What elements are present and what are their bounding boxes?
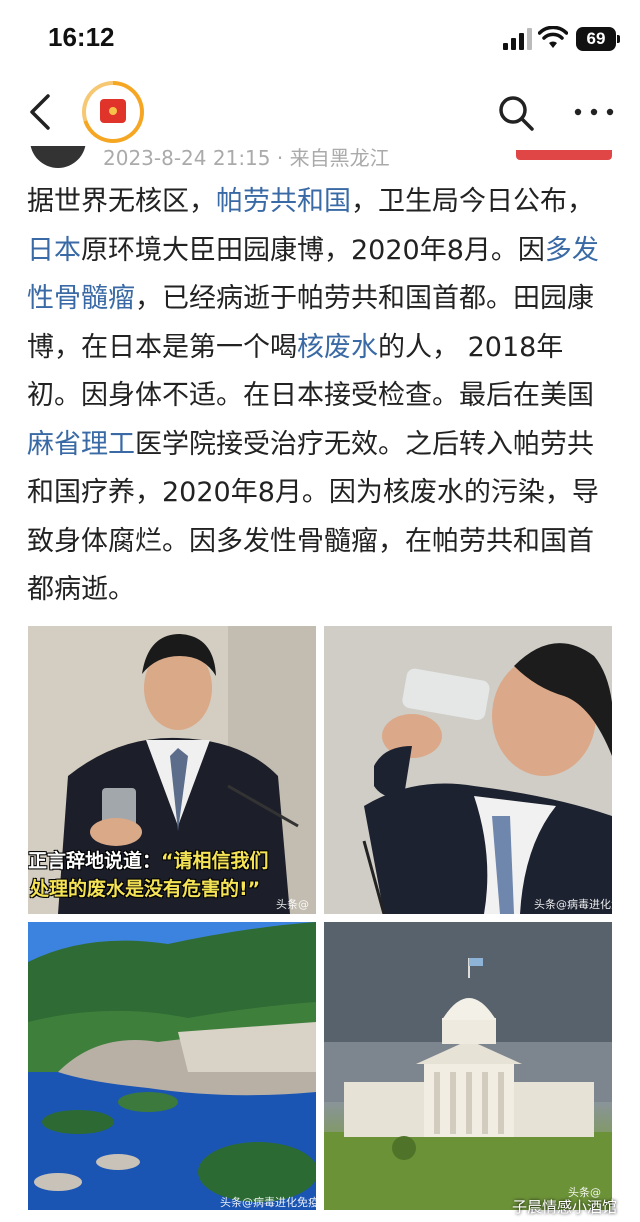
nav-bar — [0, 78, 640, 146]
article-paragraph: 据世界无核区，帕劳共和国，卫生局今日公布， 日本原环境大臣田园康博，2020年8月… — [27, 178, 617, 615]
account-avatar[interactable] — [82, 81, 144, 143]
search-icon[interactable] — [497, 94, 535, 132]
wifi-icon — [538, 26, 568, 48]
avatar-inner — [86, 85, 140, 139]
link-japan[interactable]: 日本 — [27, 235, 81, 266]
article-body: 据世界无核区，帕劳共和国，卫生局今日公布， 日本原环境大臣田园康博，2020年8月… — [27, 178, 617, 615]
link-mit[interactable]: 麻省理工 — [27, 429, 135, 460]
back-arrow-icon[interactable] — [24, 92, 58, 132]
status-bar: 16:12 69 — [0, 0, 640, 78]
photo-caption-bottom: 处理的废水是没有危害的!” — [30, 878, 261, 900]
caption-intro: 正言辞地说道： — [28, 850, 162, 872]
more-dots — [574, 108, 614, 116]
photo-island-coast[interactable]: 头条@病毒进化免疫学家 — [28, 922, 316, 1210]
caption-quote-start: “请相信我们 — [161, 850, 269, 872]
battery-icon: 69 — [576, 27, 616, 51]
text-segment: ，卫生局今日公布， — [351, 186, 594, 217]
capitol-illustration — [324, 922, 612, 1210]
follow-button[interactable] — [516, 150, 612, 160]
photo-watermark: 头条@ — [276, 898, 309, 911]
text-segment: 原环境大臣田园康博，2020年8月。因 — [81, 234, 545, 266]
text-segment: 据世界无核区， — [27, 186, 216, 217]
photo-capitol[interactable]: 头条@ — [324, 922, 612, 1210]
photo-watermark: 头条@病毒进化免 — [534, 898, 612, 911]
link-palau[interactable]: 帕劳共和国 — [216, 186, 351, 217]
more-icon[interactable] — [572, 94, 616, 130]
photo-drinking[interactable]: 头条@病毒进化免 — [324, 626, 612, 914]
photo-caption-top: 正言辞地说道：“请相信我们 — [28, 846, 269, 873]
link-nuclear-wastewater[interactable]: 核废水 — [297, 332, 378, 363]
island-illustration — [28, 922, 316, 1210]
red-envelope-icon — [100, 99, 126, 123]
photo-speech[interactable]: 正言辞地说道：“请相信我们 处理的废水是没有危害的!” 头条@ — [28, 626, 316, 914]
status-time: 16:12 — [48, 22, 115, 52]
battery-tip — [617, 35, 620, 43]
photo-watermark: 头条@病毒进化免疫学家 — [220, 1196, 316, 1209]
corner-watermark: 子晨情感小酒馆 — [512, 1198, 618, 1216]
signal-icon — [503, 28, 532, 50]
drinking-illustration — [324, 626, 612, 914]
